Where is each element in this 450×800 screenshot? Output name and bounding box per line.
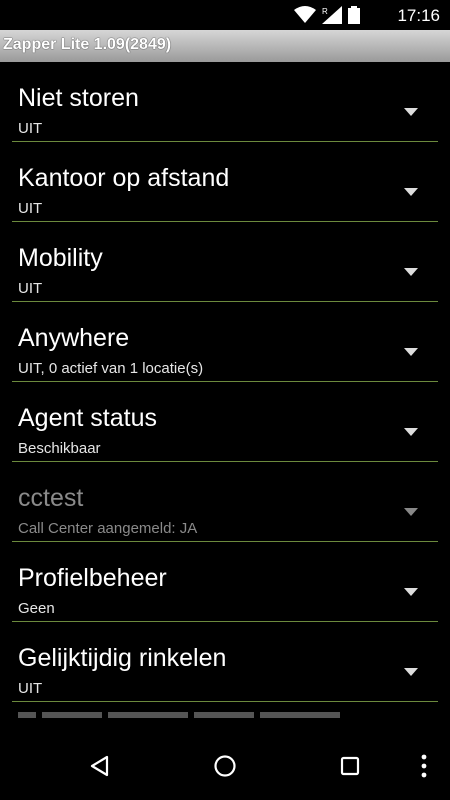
dropdown-arrow-icon — [404, 428, 418, 436]
dropdown-arrow-icon — [404, 588, 418, 596]
back-button[interactable] — [84, 750, 116, 782]
dropdown-arrow-icon — [404, 188, 418, 196]
signal-icon: R — [322, 6, 342, 24]
setting-mobility[interactable]: Mobility UIT — [12, 222, 438, 302]
setting-agent-status[interactable]: Agent status Beschikbaar — [12, 382, 438, 462]
setting-profielbeheer[interactable]: Profielbeheer Geen — [12, 542, 438, 622]
app-title: Zapper Lite 1.09(2849) — [3, 36, 172, 53]
settings-list[interactable]: Niet storen UIT Kantoor op afstand UIT M… — [0, 62, 450, 726]
recents-button[interactable] — [334, 750, 366, 782]
setting-title: Gelijktijdig rinkelen — [18, 644, 227, 672]
setting-cctest: cctest Call Center aangemeld: JA — [12, 462, 438, 542]
status-icons: R — [294, 5, 360, 25]
battery-icon — [348, 6, 360, 24]
setting-title: Anywhere — [18, 324, 130, 352]
status-time: 17:16 — [397, 6, 440, 25]
dropdown-arrow-icon — [404, 268, 418, 276]
setting-title: Kantoor op afstand — [18, 164, 230, 192]
setting-gelijktijdig-rinkelen[interactable]: Gelijktijdig rinkelen UIT — [12, 622, 438, 702]
home-icon — [214, 755, 236, 777]
home-button[interactable] — [209, 750, 241, 782]
overflow-menu-button[interactable] — [409, 750, 439, 782]
dropdown-arrow-icon — [404, 348, 418, 356]
setting-anywhere[interactable]: Anywhere UIT, 0 actief van 1 locatie(s) — [12, 302, 438, 382]
setting-value: Call Center aangemeld: JA — [18, 520, 198, 537]
status-bar: R 17:16 — [0, 0, 450, 30]
back-icon — [90, 755, 109, 777]
setting-value: Geen — [18, 600, 55, 617]
recents-icon — [340, 756, 360, 776]
setting-value: UIT — [18, 680, 43, 697]
dropdown-arrow-icon — [404, 508, 418, 516]
dropdown-arrow-icon — [404, 668, 418, 676]
setting-niet-storen[interactable]: Niet storen UIT — [12, 62, 438, 142]
setting-title: Profielbeheer — [18, 564, 167, 592]
setting-value: UIT, 0 actief van 1 locatie(s) — [18, 360, 204, 377]
svg-text:R: R — [322, 7, 328, 16]
setting-value: UIT — [18, 280, 43, 297]
setting-title: Niet storen — [18, 84, 139, 112]
app-title-bar: Zapper Lite 1.09(2849) — [0, 30, 450, 62]
setting-title: cctest — [18, 484, 84, 512]
setting-value: Beschikbaar — [18, 440, 101, 457]
overflow-menu-icon — [421, 754, 427, 778]
wifi-icon — [294, 6, 316, 23]
system-nav-bar — [0, 730, 450, 800]
dropdown-arrow-icon — [404, 108, 418, 116]
setting-value: UIT — [18, 120, 43, 137]
setting-partial-next[interactable] — [12, 702, 438, 726]
setting-value: UIT — [18, 200, 43, 217]
setting-title: Mobility — [18, 244, 103, 272]
setting-kantoor-op-afstand[interactable]: Kantoor op afstand UIT — [12, 142, 438, 222]
setting-title: Agent status — [18, 404, 157, 432]
cut-off-text-icon — [18, 712, 340, 718]
